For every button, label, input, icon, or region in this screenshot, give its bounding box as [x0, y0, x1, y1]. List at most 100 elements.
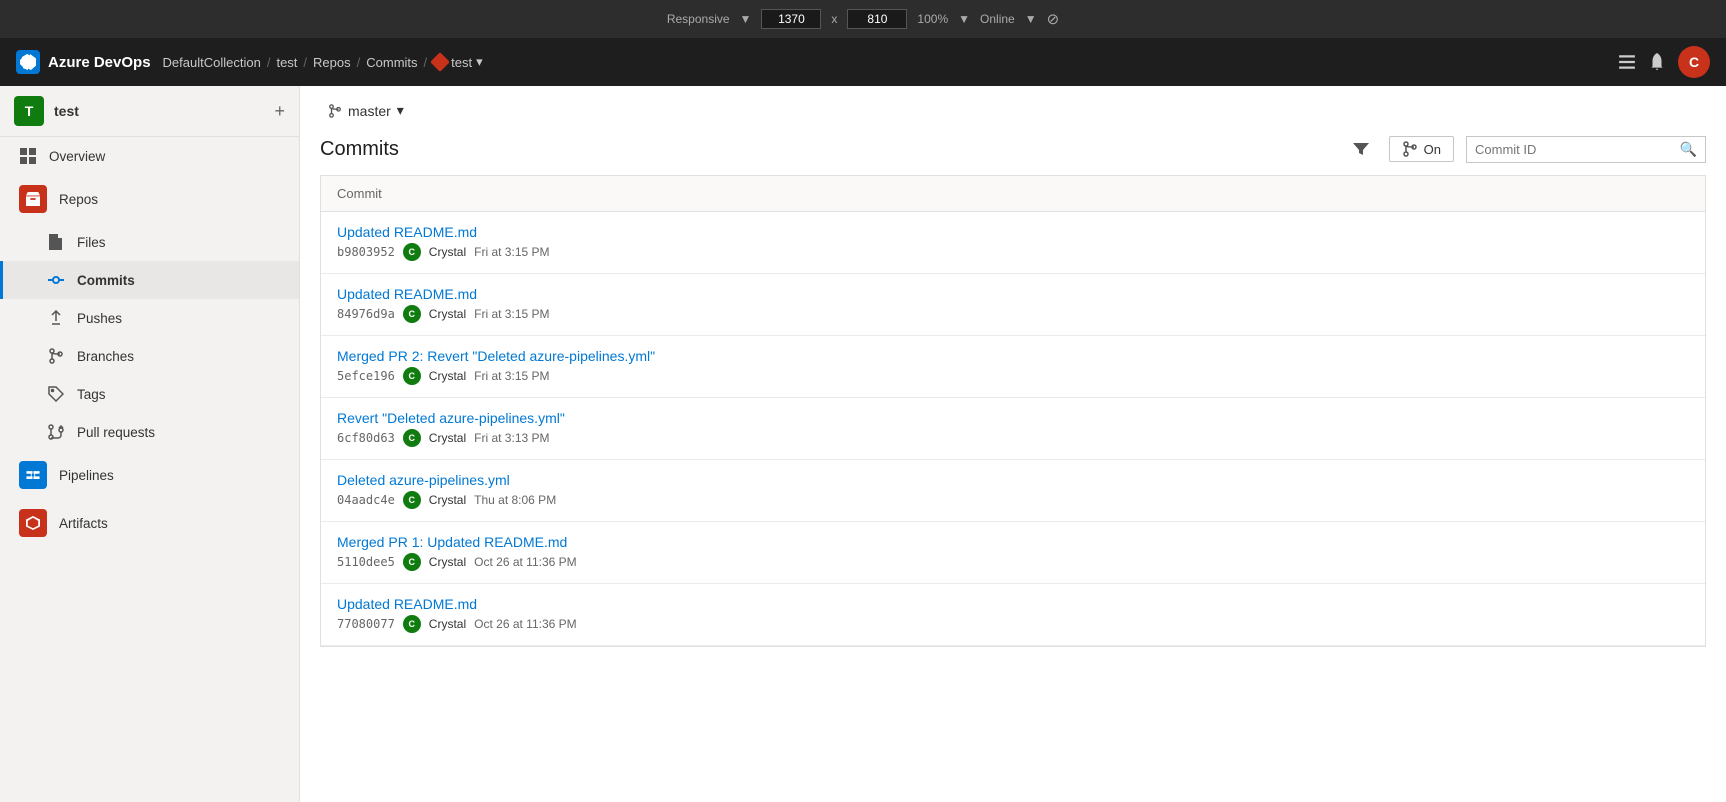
commit-author: Crystal	[429, 307, 466, 321]
commit-message[interactable]: Updated README.md	[337, 286, 1689, 302]
commit-meta: 84976d9a C Crystal Fri at 3:15 PM	[337, 305, 1689, 323]
table-row[interactable]: Merged PR 1: Updated README.md 5110dee5 …	[321, 522, 1705, 584]
table-row[interactable]: Updated README.md b9803952 C Crystal Fri…	[321, 212, 1705, 274]
commit-author: Crystal	[429, 245, 466, 259]
sidebar-item-label-tags: Tags	[77, 387, 106, 402]
sidebar-item-artifacts[interactable]: Artifacts	[0, 499, 299, 547]
commit-author: Crystal	[429, 431, 466, 445]
commit-hash: 5efce196	[337, 369, 395, 383]
sidebar-item-files[interactable]: Files	[0, 223, 299, 261]
sidebar-item-commits[interactable]: Commits	[0, 261, 299, 299]
pushes-icon	[47, 309, 65, 327]
breadcrumb-test[interactable]: test	[276, 55, 297, 70]
sidebar-item-label-pushes: Pushes	[77, 311, 122, 326]
commit-hash: b9803952	[337, 245, 395, 259]
sidebar-nav: Overview Repos Files	[0, 137, 299, 547]
commit-time: Fri at 3:15 PM	[474, 245, 549, 259]
height-input[interactable]	[847, 9, 907, 29]
sep1: /	[267, 55, 271, 70]
commit-author: Crystal	[429, 369, 466, 383]
header-actions: C	[1618, 46, 1710, 78]
sidebar-item-repos[interactable]: Repos	[0, 175, 299, 223]
dropdown-arrow: ▼	[740, 12, 752, 26]
sidebar-item-tags[interactable]: Tags	[0, 375, 299, 413]
breadcrumb-repo-name[interactable]: test	[451, 55, 472, 70]
breadcrumb-dropdown-icon[interactable]: ▾	[476, 54, 483, 70]
repos-icon	[19, 185, 47, 213]
tasks-icon[interactable]	[1618, 53, 1636, 71]
connection-arrow: ▼	[1025, 12, 1037, 26]
commit-hash: 04aadc4e	[337, 493, 395, 507]
commit-message[interactable]: Updated README.md	[337, 224, 1689, 240]
sidebar-item-label-repos: Repos	[59, 192, 98, 207]
sidebar-item-overview[interactable]: Overview	[0, 137, 299, 175]
commit-author-avatar: C	[403, 491, 421, 509]
search-icon[interactable]: 🔍	[1680, 141, 1697, 158]
commits-header: Commits On 🔍	[300, 123, 1726, 175]
commit-time: Thu at 8:06 PM	[474, 493, 556, 507]
notifications-icon[interactable]	[1648, 53, 1666, 71]
user-avatar[interactable]: C	[1678, 46, 1710, 78]
sidebar-item-branches[interactable]: Branches	[0, 337, 299, 375]
pipelines-icon	[19, 461, 47, 489]
commit-hash: 77080077	[337, 617, 395, 631]
sidebar-item-label-commits: Commits	[77, 273, 135, 288]
branch-selector[interactable]: master ▾	[320, 98, 412, 123]
breadcrumb: DefaultCollection / test / Repos / Commi…	[163, 54, 1606, 70]
settings-icon[interactable]: ⊘	[1047, 10, 1060, 28]
sidebar: T test + Overview Repos	[0, 86, 300, 802]
sidebar-item-label-overview: Overview	[49, 149, 105, 164]
sidebar-item-pushes[interactable]: Pushes	[0, 299, 299, 337]
main-content: master ▾ Commits On 🔍	[300, 86, 1726, 802]
commit-message[interactable]: Merged PR 1: Updated README.md	[337, 534, 1689, 550]
commits-list-container: Commit Updated README.md b9803952 C Crys…	[300, 175, 1726, 802]
repo-diamond-icon	[430, 52, 450, 72]
azure-devops-logo	[16, 50, 40, 74]
commit-author: Crystal	[429, 617, 466, 631]
team-section: T test +	[0, 86, 299, 137]
width-input[interactable]	[761, 9, 821, 29]
sidebar-item-pull-requests[interactable]: Pull requests	[0, 413, 299, 451]
app-header: Azure DevOps DefaultCollection / test / …	[0, 38, 1726, 86]
tags-icon	[47, 385, 65, 403]
commit-message[interactable]: Deleted azure-pipelines.yml	[337, 472, 1689, 488]
table-row[interactable]: Merged PR 2: Revert "Deleted azure-pipel…	[321, 336, 1705, 398]
commit-meta: 6cf80d63 C Crystal Fri at 3:13 PM	[337, 429, 1689, 447]
breadcrumb-repos[interactable]: Repos	[313, 55, 351, 70]
team-icon: T	[14, 96, 44, 126]
times-separator: x	[831, 12, 837, 26]
sidebar-item-label-branches: Branches	[77, 349, 134, 364]
add-team-button[interactable]: +	[274, 101, 285, 122]
table-row[interactable]: Deleted azure-pipelines.yml 04aadc4e C C…	[321, 460, 1705, 522]
commit-author-avatar: C	[403, 553, 421, 571]
commit-meta: 04aadc4e C Crystal Thu at 8:06 PM	[337, 491, 1689, 509]
filter-icon	[1353, 141, 1369, 157]
breadcrumb-commits[interactable]: Commits	[366, 55, 417, 70]
on-toggle-button[interactable]: On	[1389, 136, 1454, 162]
filter-button[interactable]	[1345, 133, 1377, 165]
sidebar-item-pipelines[interactable]: Pipelines	[0, 451, 299, 499]
commit-message[interactable]: Merged PR 2: Revert "Deleted azure-pipel…	[337, 348, 1689, 364]
branch-icon	[328, 104, 342, 118]
commits-list: Updated README.md b9803952 C Crystal Fri…	[321, 212, 1705, 646]
app: Azure DevOps DefaultCollection / test / …	[0, 38, 1726, 802]
commit-message[interactable]: Revert "Deleted azure-pipelines.yml"	[337, 410, 1689, 426]
commit-message[interactable]: Updated README.md	[337, 596, 1689, 612]
commits-icon	[47, 271, 65, 289]
sidebar-item-label-pull-requests: Pull requests	[77, 425, 155, 440]
sep2: /	[303, 55, 307, 70]
branches-icon	[47, 347, 65, 365]
commit-time: Fri at 3:13 PM	[474, 431, 549, 445]
breadcrumb-defaultcollection[interactable]: DefaultCollection	[163, 55, 261, 70]
table-row[interactable]: Updated README.md 84976d9a C Crystal Fri…	[321, 274, 1705, 336]
commit-author-avatar: C	[403, 305, 421, 323]
commit-time: Oct 26 at 11:36 PM	[474, 617, 577, 631]
logo-text: Azure DevOps	[48, 54, 151, 71]
commit-time: Fri at 3:15 PM	[474, 369, 549, 383]
logo-link[interactable]: Azure DevOps	[16, 50, 151, 74]
commit-author-avatar: C	[403, 615, 421, 633]
commit-id-input[interactable]	[1475, 142, 1680, 157]
table-row[interactable]: Updated README.md 77080077 C Crystal Oct…	[321, 584, 1705, 646]
commit-author: Crystal	[429, 555, 466, 569]
table-row[interactable]: Revert "Deleted azure-pipelines.yml" 6cf…	[321, 398, 1705, 460]
